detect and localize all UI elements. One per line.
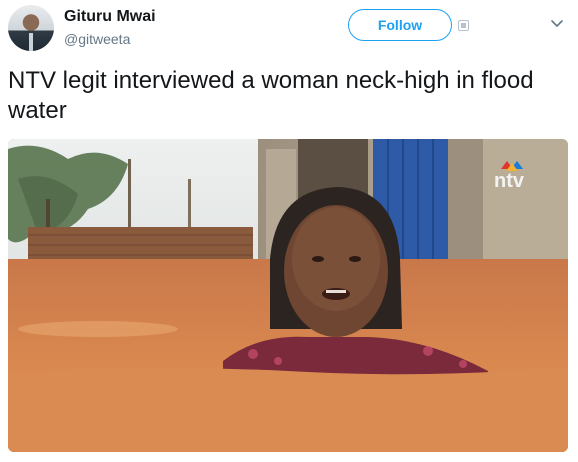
chevron-down-icon[interactable] — [550, 16, 564, 30]
ntv-logo-text: ntv — [494, 170, 525, 192]
tweet-text: NTV legit interviewed a woman neck-high … — [8, 67, 534, 124]
author-name[interactable]: Gituru Mwai — [64, 8, 156, 26]
author-handle[interactable]: @gitweeta — [64, 31, 130, 47]
flood-scene-image: ntv — [8, 139, 568, 452]
qr-code-icon[interactable] — [458, 20, 469, 31]
tweet-header: Gituru Mwai @gitweeta Follow — [0, 0, 578, 60]
avatar-tie — [29, 33, 33, 51]
tweet-media-video[interactable]: ntv — [8, 139, 568, 452]
follow-button[interactable]: Follow — [348, 9, 452, 41]
avatar[interactable] — [8, 5, 54, 51]
